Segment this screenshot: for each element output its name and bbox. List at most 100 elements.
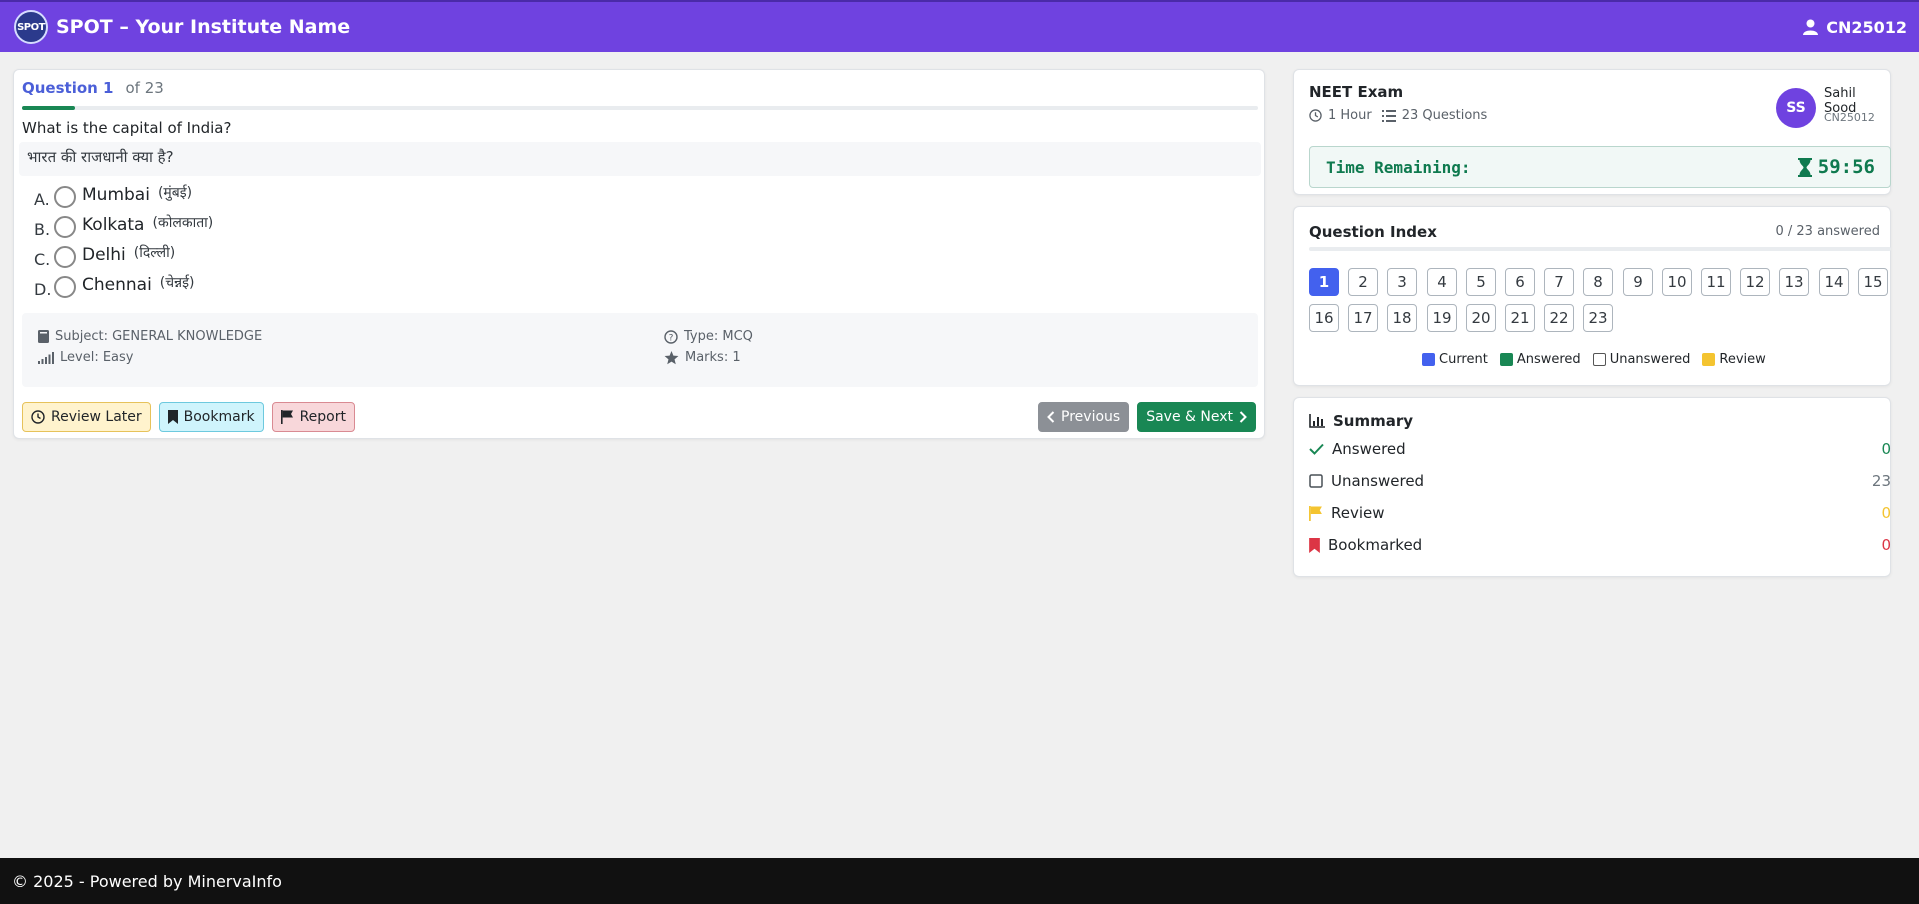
question-total: of 23 [125, 79, 164, 97]
clock-icon [1309, 109, 1322, 122]
report-label: Report [299, 409, 346, 425]
exam-meta: 1 Hour 23 Questions [1309, 108, 1487, 123]
option-text: Mumbai [82, 185, 150, 205]
option-text-hindi: (मुंबई) [157, 184, 193, 201]
question-circle-icon: ? [664, 329, 678, 344]
book-icon [38, 330, 49, 343]
legend-answered: Answered [1499, 352, 1581, 367]
question-index-button[interactable]: 10 [1662, 268, 1692, 296]
hourglass-icon [1797, 157, 1812, 177]
option-letter: C. [34, 249, 51, 269]
question-index-card: Question Index 0 / 23 answered 123456789… [1293, 206, 1891, 386]
question-index-button[interactable]: 18 [1387, 304, 1417, 332]
time-remaining-label: Time Remaining: [1326, 157, 1471, 177]
question-header: Question 1 of 23 [22, 79, 164, 97]
check-icon [1309, 443, 1324, 455]
question-index-button[interactable]: 5 [1466, 268, 1496, 296]
bookmark-button[interactable]: Bookmark [158, 402, 264, 432]
meta-type: ? Type: MCQ [664, 329, 753, 344]
question-index-button[interactable]: 2 [1348, 268, 1378, 296]
question-index-button[interactable]: 7 [1544, 268, 1574, 296]
meta-level: Level: Easy [38, 350, 133, 365]
question-meta: Subject: GENERAL KNOWLEDGE Level: Easy ?… [22, 313, 1258, 387]
question-index-button[interactable]: 12 [1740, 268, 1770, 296]
question-actions-right: Previous Save & Next [1038, 402, 1256, 432]
level-text: Level: Easy [60, 350, 134, 365]
user-menu[interactable]: CN25012 [1803, 18, 1907, 37]
exam-info-card: NEET Exam 1 Hour 23 Questions SS Sahil S… [1293, 69, 1891, 195]
option-c[interactable]: C. Delhi (दिल्ली) [34, 240, 213, 270]
exam-duration: 1 Hour [1309, 108, 1372, 123]
report-button[interactable]: Report [271, 402, 355, 432]
summary-bookmarked: Bookmarked 0 [1309, 536, 1891, 554]
previous-label: Previous [1061, 409, 1121, 425]
previous-button[interactable]: Previous [1038, 402, 1130, 432]
review-later-label: Review Later [51, 409, 142, 425]
option-text: Chennai [82, 275, 152, 295]
question-index-button[interactable]: 20 [1466, 304, 1496, 332]
question-index-button[interactable]: 21 [1505, 304, 1535, 332]
summary-title: Summary [1309, 412, 1413, 430]
question-index-button[interactable]: 14 [1819, 268, 1849, 296]
question-index-button[interactable]: 6 [1505, 268, 1535, 296]
option-radio[interactable] [54, 246, 76, 268]
question-index-button[interactable]: 9 [1623, 268, 1653, 296]
summary-review: Review 0 [1309, 504, 1891, 522]
question-progress [22, 106, 1258, 110]
option-radio[interactable] [54, 216, 76, 238]
clock-icon [31, 410, 45, 424]
option-text-hindi: (चेन्नई) [159, 274, 195, 291]
summary-unanswered-label: Unanswered [1331, 472, 1425, 490]
legend-unanswered-label: Unanswered [1609, 352, 1691, 367]
question-text-english: What is the capital of India? [22, 119, 232, 137]
save-next-button[interactable]: Save & Next [1137, 402, 1256, 432]
option-text: Kolkata [82, 215, 145, 235]
legend-current-label: Current [1439, 352, 1488, 367]
option-radio[interactable] [54, 276, 76, 298]
legend-review: Review [1702, 352, 1766, 367]
option-text: Delhi [82, 245, 126, 265]
spot-logo: SPOT [14, 10, 48, 44]
option-d[interactable]: D. Chennai (चेन्नई) [34, 270, 213, 300]
signal-icon [38, 351, 54, 364]
question-index-button[interactable]: 15 [1858, 268, 1888, 296]
question-index-button[interactable]: 22 [1544, 304, 1574, 332]
question-index-button[interactable]: 17 [1348, 304, 1378, 332]
legend-answered-label: Answered [1516, 352, 1581, 367]
question-index-button[interactable]: 11 [1701, 268, 1731, 296]
review-later-button[interactable]: Review Later [22, 402, 151, 432]
user-code: CN25012 [1826, 17, 1907, 37]
question-number: Question 1 [22, 79, 114, 97]
list-icon [1381, 109, 1396, 122]
option-a[interactable]: A. Mumbai (मुंबई) [34, 180, 213, 210]
index-legend: Current Answered Unanswered Review [1422, 352, 1766, 367]
summary-bookmarked-value: 0 [1881, 536, 1891, 554]
option-b[interactable]: B. Kolkata (कोलकाता) [34, 210, 213, 240]
option-text-hindi: (दिल्ली) [133, 244, 176, 261]
summary-title-text: Summary [1333, 412, 1414, 430]
question-index-button[interactable]: 19 [1427, 304, 1457, 332]
question-index-button[interactable]: 23 [1583, 304, 1613, 332]
answered-progress [1309, 247, 1891, 251]
question-actions-left: Review Later Bookmark Report [22, 402, 355, 432]
question-index-button[interactable]: 8 [1583, 268, 1613, 296]
summary-review-label: Review [1331, 504, 1385, 522]
meta-marks: Marks: 1 [664, 350, 741, 365]
summary-unanswered-value: 23 [1871, 472, 1891, 490]
brand[interactable]: SPOT SPOT – Your Institute Name [14, 10, 350, 44]
question-index-button[interactable]: 4 [1427, 268, 1457, 296]
summary-bookmarked-label: Bookmarked [1328, 536, 1423, 554]
legend-review-label: Review [1719, 352, 1766, 367]
question-index-button[interactable]: 1 [1309, 268, 1339, 296]
option-radio[interactable] [54, 186, 76, 208]
option-text-hindi: (कोलकाता) [152, 214, 214, 231]
question-index-button[interactable]: 13 [1779, 268, 1809, 296]
bookmark-icon [1309, 537, 1320, 553]
bar-chart-icon [1309, 414, 1325, 428]
question-index-button[interactable]: 16 [1309, 304, 1339, 332]
summary-answered: Answered 0 [1309, 440, 1891, 458]
question-index-button[interactable]: 3 [1387, 268, 1417, 296]
question-card: Question 1 of 23 What is the capital of … [13, 69, 1265, 439]
save-next-label: Save & Next [1146, 409, 1233, 425]
timer-text: 59:56 [1817, 156, 1875, 178]
